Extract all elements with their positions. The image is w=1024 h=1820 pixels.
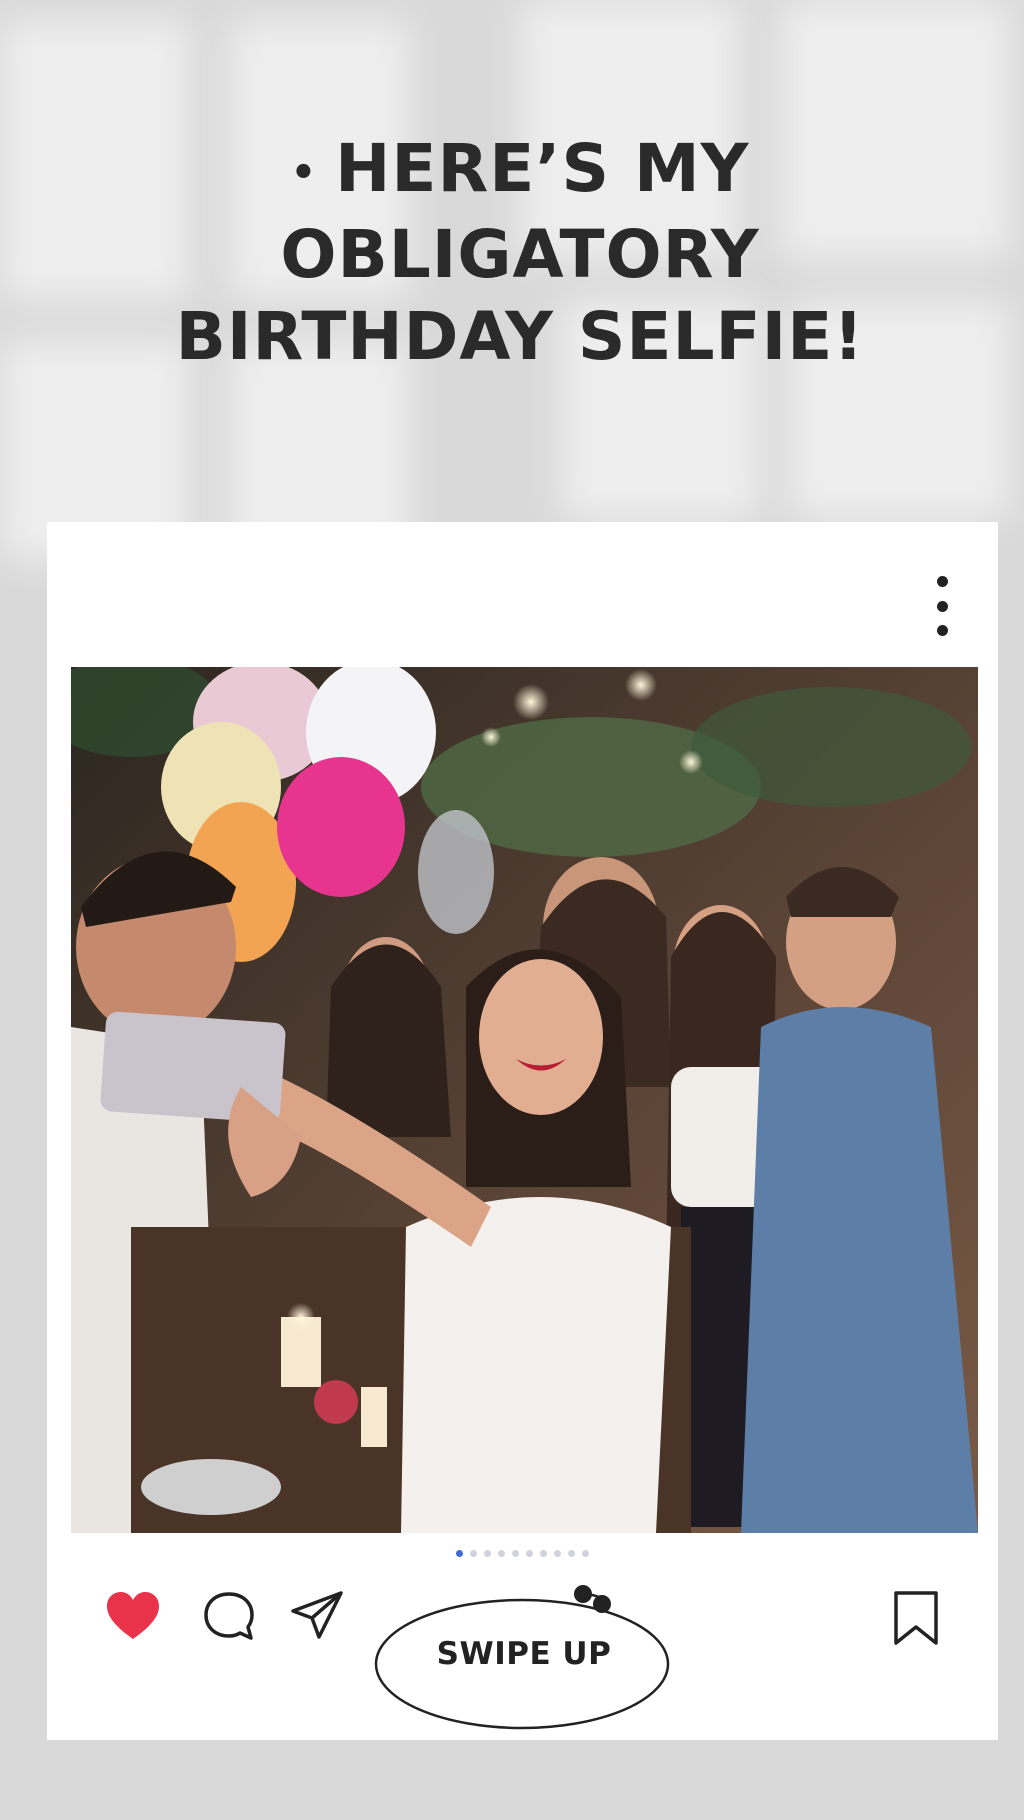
carousel-dot — [512, 1550, 519, 1557]
comment-icon[interactable] — [199, 1587, 259, 1647]
carousel-dot — [484, 1550, 491, 1557]
carousel-dot — [498, 1550, 505, 1557]
carousel-dot — [540, 1550, 547, 1557]
post-photo[interactable] — [71, 667, 978, 1533]
headline-line2: BIRTHDAY SELFIE! — [175, 297, 865, 375]
carousel-dot — [470, 1550, 477, 1557]
share-icon[interactable] — [287, 1585, 347, 1645]
headline-line1: HERE’S MY OBLIGATORY — [280, 130, 760, 293]
heart-icon[interactable] — [103, 1587, 163, 1647]
post-card: SWIPE UP — [47, 522, 998, 1740]
carousel-indicator — [47, 1550, 998, 1557]
swipe-up-button[interactable]: SWIPE UP — [374, 1584, 674, 1732]
carousel-dot — [568, 1550, 575, 1557]
more-options-icon[interactable] — [930, 576, 954, 636]
carousel-dot — [582, 1550, 589, 1557]
carousel-dot — [526, 1550, 533, 1557]
swipe-up-label: SWIPE UP — [436, 1636, 612, 1672]
bullet: • — [290, 149, 318, 196]
headline: • HERE’S MY OBLIGATORY BIRTHDAY SELFIE! — [60, 128, 980, 378]
carousel-dot — [456, 1550, 463, 1557]
carousel-dot — [554, 1550, 561, 1557]
birthday-selfie-illustration — [71, 667, 978, 1533]
bookmark-icon[interactable] — [886, 1589, 946, 1649]
